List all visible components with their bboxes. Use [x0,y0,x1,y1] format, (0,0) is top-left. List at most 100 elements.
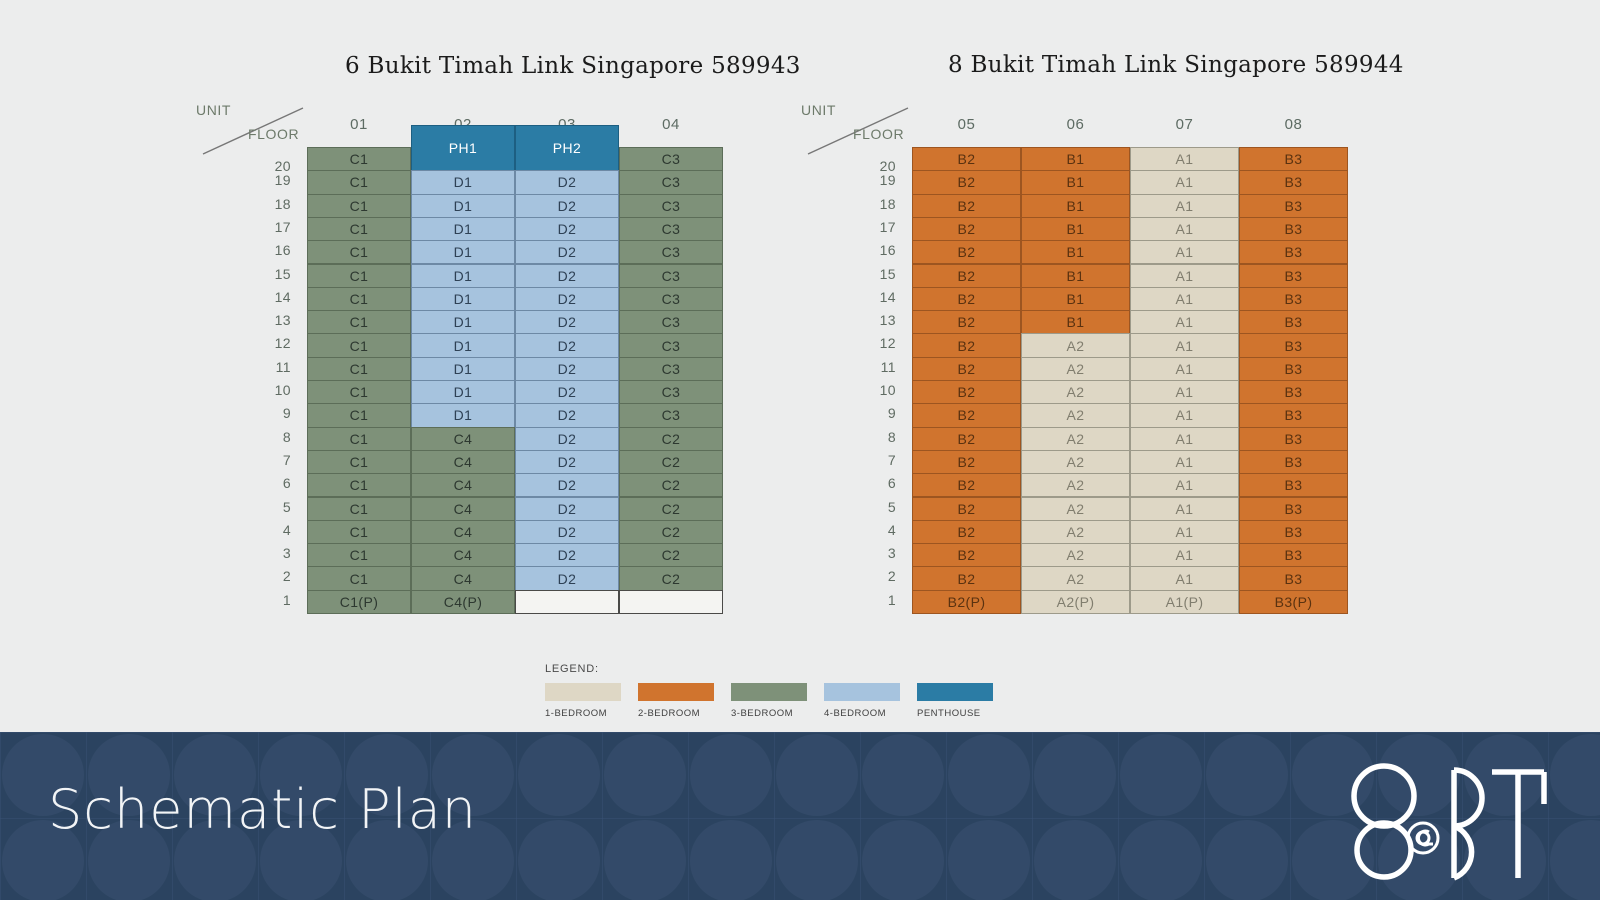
unit-cell[interactable]: B2 [912,263,1021,288]
unit-cell[interactable]: B2 [912,170,1021,195]
unit-cell[interactable]: A2 [1021,566,1130,591]
unit-cell[interactable]: C3 [619,147,723,172]
unit-cell[interactable]: C3 [619,380,723,405]
unit-cell[interactable]: C3 [619,310,723,335]
unit-cell[interactable]: C1 [307,566,411,591]
unit-cell[interactable]: B3 [1239,566,1348,591]
unit-cell[interactable]: B3 [1239,356,1348,381]
unit-cell[interactable]: C1 [307,216,411,242]
unit-cell[interactable]: B2 [912,216,1021,242]
unit-cell[interactable]: B2(P) [912,589,1021,614]
unit-cell[interactable]: B3 [1239,286,1348,312]
unit-cell[interactable]: C3 [619,193,723,218]
unit-cell[interactable]: A1 [1130,566,1239,591]
unit-cell[interactable]: C1 [307,449,411,475]
unit-cell[interactable]: B2 [912,193,1021,218]
unit-cell[interactable]: C1 [307,147,411,172]
unit-cell[interactable]: B2 [912,310,1021,335]
unit-cell[interactable]: C3 [619,403,723,428]
unit-cell[interactable]: B3 [1239,193,1348,218]
unit-cell[interactable]: B3 [1239,263,1348,288]
unit-cell[interactable]: C1 [307,240,411,265]
unit-cell[interactable]: D2 [515,449,619,475]
unit-cell[interactable]: D2 [515,566,619,591]
unit-cell[interactable]: B3 [1239,449,1348,475]
unit-cell[interactable]: C1 [307,333,411,358]
unit-cell[interactable]: PH1 [411,125,515,172]
unit-cell[interactable]: C1 [307,403,411,428]
unit-cell[interactable]: B2 [912,566,1021,591]
unit-cell[interactable]: D2 [515,170,619,195]
unit-cell[interactable] [515,589,619,614]
unit-cell[interactable]: A1 [1130,543,1239,568]
unit-cell[interactable]: B3 [1239,543,1348,568]
unit-cell[interactable]: C1 [307,380,411,405]
unit-cell[interactable]: A1 [1130,496,1239,521]
unit-cell[interactable]: B2 [912,380,1021,405]
unit-cell[interactable]: B2 [912,519,1021,545]
unit-cell[interactable]: D1 [411,403,515,428]
unit-cell[interactable]: B1 [1021,216,1130,242]
unit-cell[interactable]: C2 [619,543,723,568]
unit-cell[interactable]: D2 [515,263,619,288]
unit-cell[interactable]: C4 [411,519,515,545]
unit-cell[interactable]: A2(P) [1021,589,1130,614]
unit-cell[interactable]: A2 [1021,473,1130,498]
unit-cell[interactable]: C3 [619,286,723,312]
unit-cell[interactable]: C2 [619,449,723,475]
unit-cell[interactable]: D2 [515,380,619,405]
unit-cell[interactable]: D1 [411,263,515,288]
unit-cell[interactable]: B2 [912,543,1021,568]
unit-cell[interactable]: C1 [307,519,411,545]
unit-cell[interactable]: C1 [307,263,411,288]
unit-cell[interactable]: A1 [1130,286,1239,312]
unit-cell[interactable]: B3 [1239,403,1348,428]
unit-cell[interactable]: D2 [515,286,619,312]
unit-cell[interactable]: B3 [1239,426,1348,451]
unit-cell[interactable]: D2 [515,333,619,358]
unit-cell[interactable]: A2 [1021,403,1130,428]
unit-cell[interactable]: D2 [515,519,619,545]
unit-cell[interactable]: C1 [307,286,411,312]
unit-cell[interactable]: C1 [307,543,411,568]
unit-cell[interactable]: A2 [1021,543,1130,568]
unit-cell[interactable]: C3 [619,216,723,242]
unit-cell[interactable]: D2 [515,216,619,242]
unit-cell[interactable]: D1 [411,310,515,335]
unit-cell[interactable]: B3(P) [1239,589,1348,614]
unit-cell[interactable]: A1 [1130,380,1239,405]
unit-cell[interactable]: A2 [1021,496,1130,521]
unit-cell[interactable]: B2 [912,286,1021,312]
unit-cell[interactable]: D2 [515,310,619,335]
unit-cell[interactable]: C3 [619,240,723,265]
unit-cell[interactable]: C2 [619,566,723,591]
unit-cell[interactable]: A2 [1021,356,1130,381]
unit-cell[interactable]: B3 [1239,473,1348,498]
unit-cell[interactable]: C4 [411,473,515,498]
unit-cell[interactable]: D1 [411,240,515,265]
unit-cell[interactable]: A2 [1021,380,1130,405]
unit-cell[interactable]: C3 [619,170,723,195]
unit-cell[interactable]: D2 [515,240,619,265]
unit-cell[interactable]: B2 [912,426,1021,451]
unit-cell[interactable]: A1 [1130,473,1239,498]
unit-cell[interactable]: A1 [1130,333,1239,358]
unit-cell[interactable]: D2 [515,356,619,381]
unit-cell[interactable]: B3 [1239,240,1348,265]
unit-cell[interactable]: B3 [1239,147,1348,172]
unit-cell[interactable]: B1 [1021,310,1130,335]
unit-cell[interactable]: A1 [1130,356,1239,381]
unit-cell[interactable]: B1 [1021,170,1130,195]
unit-cell[interactable]: C1 [307,496,411,521]
unit-cell[interactable]: C4 [411,543,515,568]
unit-cell[interactable]: C1 [307,356,411,381]
unit-cell[interactable]: B2 [912,449,1021,475]
unit-cell[interactable]: C2 [619,519,723,545]
unit-cell[interactable]: C1 [307,310,411,335]
unit-cell[interactable]: A1 [1130,193,1239,218]
unit-cell[interactable]: C4 [411,496,515,521]
unit-cell[interactable]: D1 [411,380,515,405]
unit-cell[interactable]: C3 [619,263,723,288]
unit-cell[interactable] [619,589,723,614]
unit-cell[interactable]: D2 [515,193,619,218]
